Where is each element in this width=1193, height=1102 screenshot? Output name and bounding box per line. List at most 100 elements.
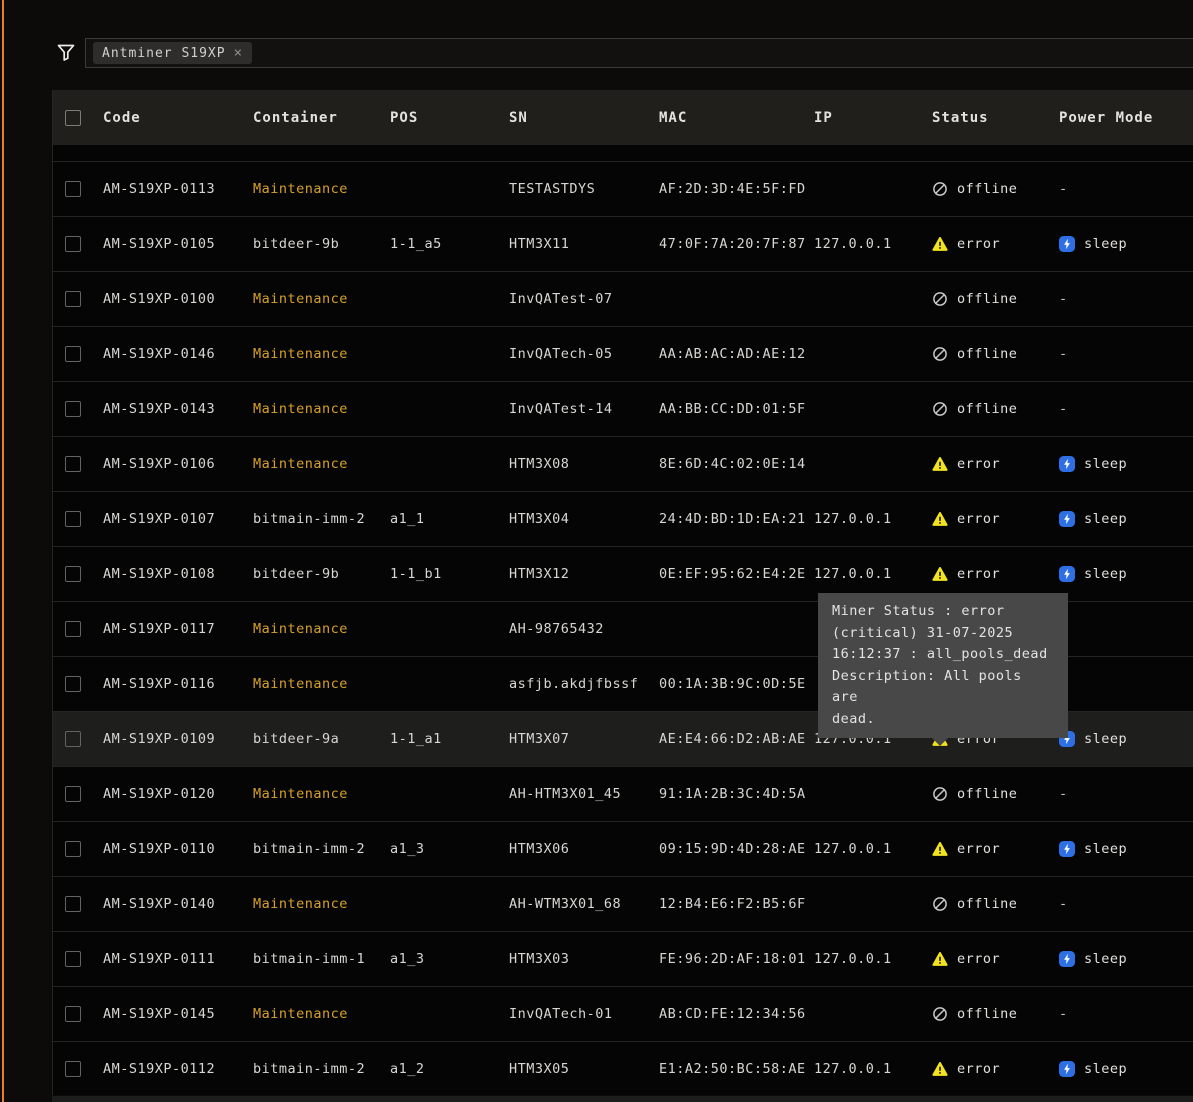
row-checkbox[interactable] — [65, 346, 81, 362]
row-checkbox[interactable] — [65, 1006, 81, 1022]
status-label: offline — [957, 1006, 1017, 1022]
table-row[interactable]: AM-S19XP-0120MaintenanceAH-HTM3X01_4591:… — [53, 767, 1193, 822]
miner-code: AM-S19XP-0109 — [103, 731, 253, 747]
circle-slash-icon — [932, 1006, 948, 1022]
table-row[interactable]: AM-S19XP-0146MaintenanceInvQATech-05AA:A… — [53, 327, 1193, 382]
row-checkbox[interactable] — [65, 621, 81, 637]
table-row[interactable]: AM-S19XP-0100MaintenanceInvQATest-07offl… — [53, 272, 1193, 327]
power-mode-label: sleep — [1084, 236, 1127, 252]
circle-slash-icon — [932, 401, 948, 417]
circle-slash-icon — [932, 896, 948, 912]
column-header-code: Code — [103, 110, 253, 126]
status-label: error — [957, 236, 1000, 252]
serial-number: HTM3X05 — [509, 1061, 659, 1077]
select-all-checkbox[interactable] — [65, 110, 81, 126]
table-row[interactable]: AM-S19XP-0140MaintenanceAH-WTM3X01_6812:… — [53, 877, 1193, 932]
pos-value: a1_1 — [390, 511, 509, 527]
ip-address: 127.0.0.1 — [814, 951, 932, 967]
container-name: bitmain-imm-2 — [253, 1061, 390, 1077]
row-checkbox[interactable] — [65, 951, 81, 967]
serial-number: HTM3X08 — [509, 456, 659, 472]
row-checkbox-cell — [53, 841, 103, 857]
power-mode-cell: - — [1059, 291, 1193, 307]
filter-funnel-icon[interactable] — [55, 42, 77, 64]
status-cell[interactable]: error — [932, 841, 1059, 857]
status-label: offline — [957, 181, 1017, 197]
status-cell[interactable]: error — [932, 1061, 1059, 1077]
row-checkbox[interactable] — [65, 566, 81, 582]
row-checkbox[interactable] — [65, 511, 81, 527]
row-checkbox[interactable] — [65, 456, 81, 472]
container-name: bitmain-imm-2 — [253, 511, 390, 527]
table-row[interactable]: AM-S19XP-0106MaintenanceHTM3X088E:6D:4C:… — [53, 437, 1193, 492]
row-checkbox-cell — [53, 731, 103, 747]
status-cell[interactable]: offline — [932, 346, 1059, 362]
status-label: error — [957, 566, 1000, 582]
table-row[interactable]: AM-S19XP-0105bitdeer-9b1-1_a5HTM3X1147:0… — [53, 217, 1193, 272]
table-row[interactable]: AM-S19XP-0113MaintenanceTESTASTDYSAF:2D:… — [53, 162, 1193, 217]
warning-triangle-icon — [932, 951, 948, 967]
mac-address: AF:2D:3D:4E:5F:FD — [659, 181, 814, 197]
row-checkbox[interactable] — [65, 181, 81, 197]
row-checkbox-cell — [53, 456, 103, 472]
pos-value: a1_3 — [390, 951, 509, 967]
status-cell[interactable]: offline — [932, 1006, 1059, 1022]
power-mode-cell: sleep — [1059, 511, 1193, 527]
row-checkbox[interactable] — [65, 291, 81, 307]
horizontal-scrollbar[interactable] — [52, 1096, 1193, 1102]
ip-address: 127.0.0.1 — [814, 566, 932, 582]
lightning-bolt-icon — [1059, 511, 1075, 527]
miner-code: AM-S19XP-0111 — [103, 951, 253, 967]
status-cell[interactable]: offline — [932, 401, 1059, 417]
serial-number: HTM3X12 — [509, 566, 659, 582]
status-cell[interactable]: offline — [932, 181, 1059, 197]
status-cell[interactable]: error — [932, 456, 1059, 472]
status-cell[interactable]: error — [932, 566, 1059, 582]
status-cell[interactable]: offline — [932, 786, 1059, 802]
serial-number: HTM3X06 — [509, 841, 659, 857]
table-row[interactable]: AM-S19XP-0143MaintenanceInvQATest-14AA:B… — [53, 382, 1193, 437]
circle-slash-icon — [932, 291, 948, 307]
miner-code: AM-S19XP-0110 — [103, 841, 253, 857]
status-cell[interactable]: error — [932, 511, 1059, 527]
row-checkbox[interactable] — [65, 236, 81, 252]
power-mode-cell: - — [1059, 181, 1193, 197]
header-checkbox-cell — [53, 110, 103, 126]
chip-close-icon[interactable]: × — [234, 46, 243, 60]
container-name: Maintenance — [253, 346, 390, 362]
filter-input[interactable]: Antminer S19XP × — [85, 38, 1193, 68]
row-checkbox[interactable] — [65, 1061, 81, 1077]
row-checkbox[interactable] — [65, 676, 81, 692]
miner-code: AM-S19XP-0146 — [103, 346, 253, 362]
status-cell[interactable]: offline — [932, 896, 1059, 912]
row-checkbox[interactable] — [65, 841, 81, 857]
status-cell[interactable]: error — [932, 951, 1059, 967]
filter-chip-label: Antminer S19XP — [102, 46, 226, 61]
serial-number: HTM3X04 — [509, 511, 659, 527]
miner-status-tooltip: Miner Status : error(critical) 31-07-202… — [818, 593, 1068, 738]
pos-value: 1-1_a1 — [390, 731, 509, 747]
table-row[interactable]: AM-S19XP-0145MaintenanceInvQATech-01AB:C… — [53, 987, 1193, 1042]
container-name: Maintenance — [253, 401, 390, 417]
mac-address: 47:0F:7A:20:7F:87 — [659, 236, 814, 252]
power-mode-empty: - — [1059, 896, 1068, 912]
circle-slash-icon — [932, 181, 948, 197]
power-mode-label: sleep — [1084, 731, 1127, 747]
row-checkbox[interactable] — [65, 896, 81, 912]
table-row[interactable]: AM-S19XP-0107bitmain-imm-2a1_1HTM3X0424:… — [53, 492, 1193, 547]
column-header-ip: IP — [814, 110, 932, 126]
container-name: bitmain-imm-2 — [253, 841, 390, 857]
table-row[interactable]: AM-S19XP-0112bitmain-imm-2a1_2HTM3X05E1:… — [53, 1042, 1193, 1095]
table-row[interactable]: AM-S19XP-0111bitmain-imm-1a1_3HTM3X03FE:… — [53, 932, 1193, 987]
column-header-container: Container — [253, 110, 390, 126]
row-checkbox-cell — [53, 511, 103, 527]
row-checkbox[interactable] — [65, 401, 81, 417]
table-row[interactable]: AM-S19XP-0110bitmain-imm-2a1_3HTM3X0609:… — [53, 822, 1193, 877]
left-accent-border — [2, 0, 4, 1102]
status-cell[interactable]: offline — [932, 291, 1059, 307]
status-cell[interactable]: error — [932, 236, 1059, 252]
row-checkbox[interactable] — [65, 786, 81, 802]
serial-number: InvQATech-01 — [509, 1006, 659, 1022]
row-checkbox[interactable] — [65, 731, 81, 747]
row-checkbox-cell — [53, 346, 103, 362]
